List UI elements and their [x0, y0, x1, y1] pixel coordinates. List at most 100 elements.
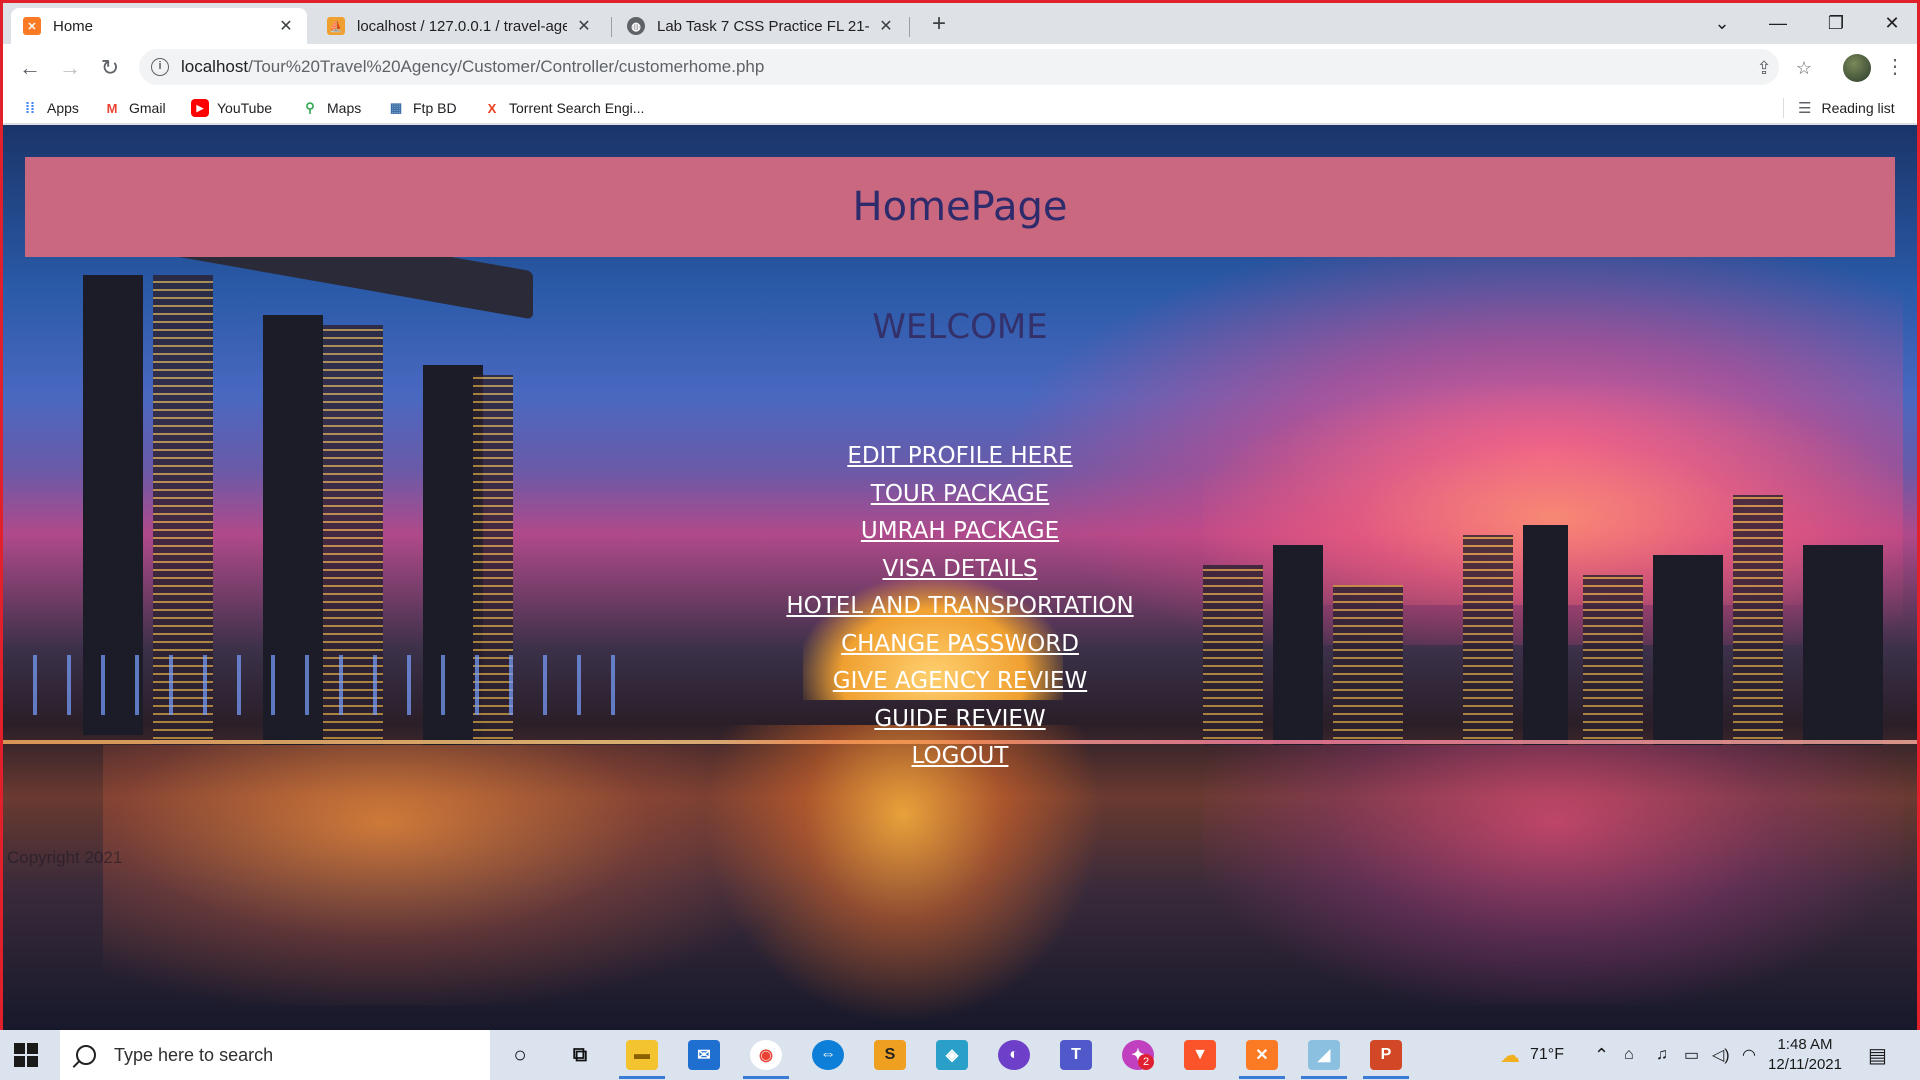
share-icon[interactable]: ⇪ — [1753, 57, 1775, 79]
umrah-package-link[interactable]: UMRAH PACKAGE — [3, 513, 1917, 551]
tab-phpmyadmin[interactable]: ⛵ localhost / 127.0.0.1 / travel-agen ✕ — [315, 8, 605, 44]
search-placeholder: Type here to search — [114, 1044, 274, 1065]
water-reflection — [103, 745, 803, 1005]
notifications-icon[interactable]: ▤ — [1868, 1030, 1887, 1080]
guide-review-link[interactable]: GUIDE REVIEW — [3, 701, 1917, 739]
bookmark-torrent[interactable]: X Torrent Search Engi... — [483, 98, 645, 118]
edit-profile-link[interactable]: EDIT PROFILE HERE — [3, 438, 1917, 476]
site-info-icon[interactable]: i — [151, 58, 169, 76]
active-indicator — [1239, 1076, 1285, 1079]
microphone-icon[interactable]: ♫ — [1656, 1030, 1668, 1080]
water-reflection — [1203, 745, 1903, 1005]
active-indicator — [619, 1076, 665, 1079]
teamviewer-icon[interactable]: ⇔ — [812, 1040, 844, 1070]
brave-icon[interactable]: ▼ — [1184, 1040, 1216, 1070]
page-header: HomePage — [25, 157, 1895, 257]
meeting-icon[interactable]: ◈ — [936, 1040, 968, 1070]
page-title: HomePage — [852, 184, 1068, 230]
close-icon[interactable]: ✕ — [277, 16, 295, 36]
browser-window: ✕ Home ✕ ⛵ localhost / 127.0.0.1 / trave… — [0, 0, 1920, 1030]
reload-icon[interactable]: ↻ — [95, 53, 125, 83]
tab-separator — [611, 17, 612, 37]
teams-icon[interactable]: T — [1060, 1040, 1092, 1070]
xampp-icon: ✕ — [23, 17, 41, 35]
taskbar: Type here to search ○ ⧉ ▬ ✉ ◉ ⇔ S ◈ ◐ T … — [0, 1030, 1920, 1080]
clock[interactable]: 1:48 AM 12/11/2021 — [1760, 1035, 1850, 1075]
address-bar[interactable]: i localhost/Tour%20Travel%20Agency/Custo… — [139, 49, 1812, 85]
sublime-icon[interactable]: S — [874, 1040, 906, 1070]
url-text[interactable]: localhost/Tour%20Travel%20Agency/Custome… — [181, 49, 764, 85]
weather-icon: ☁ — [1500, 1044, 1520, 1067]
powerpoint-icon[interactable]: P — [1370, 1040, 1402, 1070]
taskbar-search[interactable]: Type here to search — [60, 1030, 490, 1080]
globe-icon: ◍ — [627, 17, 645, 35]
reading-list-button[interactable]: ☰ Reading list — [1783, 98, 1895, 118]
battery-icon[interactable]: ▭ — [1684, 1030, 1699, 1080]
bookmark-maps[interactable]: ⚲ Maps — [301, 98, 361, 118]
task-view-icon[interactable]: ⧉ — [564, 1040, 596, 1070]
weather-widget[interactable]: ☁ 71°F — [1500, 1030, 1564, 1080]
close-icon[interactable]: ✕ — [575, 16, 593, 36]
cortana-icon[interactable]: ○ — [504, 1040, 536, 1070]
tab-separator — [909, 17, 910, 37]
mail-icon[interactable]: ✉ — [688, 1040, 720, 1070]
bookmark-star-icon[interactable]: ☆ — [1793, 57, 1815, 79]
meet-now-icon[interactable]: ⌂ — [1624, 1030, 1634, 1080]
minimize-button[interactable]: — — [1755, 9, 1801, 39]
search-icon — [76, 1045, 96, 1065]
youtube-icon: ▶ — [191, 99, 209, 117]
tray-chevron-icon[interactable]: ⌃ — [1594, 1030, 1609, 1080]
new-tab-button[interactable]: + — [925, 11, 953, 39]
notification-badge: 2 — [1138, 1054, 1154, 1070]
back-icon[interactable]: ← — [15, 53, 45, 83]
gmail-icon: M — [106, 100, 118, 116]
active-indicator — [743, 1076, 789, 1079]
apps-grid-icon: ⁞⁞ — [25, 99, 35, 117]
bookmark-youtube[interactable]: ▶ YouTube — [191, 98, 272, 118]
github-icon[interactable]: ◐ — [998, 1040, 1030, 1070]
agency-review-link[interactable]: GIVE AGENCY REVIEW — [3, 663, 1917, 701]
active-indicator — [1363, 1076, 1409, 1079]
xampp-icon[interactable]: ✕ — [1246, 1040, 1278, 1070]
app-icon[interactable]: ◢ — [1308, 1040, 1340, 1070]
tab-title: localhost / 127.0.0.1 / travel-agen — [357, 17, 567, 35]
tab-title: Home — [53, 17, 94, 35]
maps-icon: ⚲ — [305, 100, 315, 115]
restore-button[interactable]: ❐ — [1813, 9, 1859, 39]
clock-date: 12/11/2021 — [1768, 1056, 1842, 1073]
copyright-text: Copyright 2021 — [7, 848, 123, 867]
menu-kebab-icon[interactable]: ⋮ — [1883, 52, 1907, 82]
chrome-icon[interactable]: ◉ — [750, 1040, 782, 1070]
tab-lab-task[interactable]: ◍ Lab Task 7 CSS Practice FL 21-22 ✕ — [615, 8, 907, 44]
active-indicator — [1301, 1076, 1347, 1079]
wifi-icon[interactable]: ◠ — [1742, 1030, 1756, 1080]
tab-home[interactable]: ✕ Home ✕ — [11, 8, 307, 44]
ftp-icon: ▦ — [389, 100, 403, 115]
phpmyadmin-icon: ⛵ — [327, 17, 345, 35]
visa-details-link[interactable]: VISA DETAILS — [3, 551, 1917, 589]
close-window-button[interactable]: ✕ — [1869, 9, 1915, 39]
customer-menu: EDIT PROFILE HERE TOUR PACKAGE UMRAH PAC… — [3, 438, 1917, 776]
volume-icon[interactable]: ◁) — [1712, 1030, 1730, 1080]
torrent-icon: X — [487, 100, 497, 116]
clock-time: 1:48 AM — [1777, 1036, 1833, 1053]
change-password-link[interactable]: CHANGE PASSWORD — [3, 626, 1917, 664]
bookmark-gmail[interactable]: M Gmail — [103, 98, 166, 118]
tab-search-icon[interactable]: ⌄ — [1699, 9, 1745, 39]
logout-link[interactable]: LOGOUT — [3, 738, 1917, 776]
profile-avatar[interactable] — [1843, 54, 1871, 82]
tab-strip: ✕ Home ✕ ⛵ localhost / 127.0.0.1 / trave… — [3, 3, 1917, 44]
bookmark-apps[interactable]: ⁞⁞ Apps — [21, 98, 79, 118]
tab-title: Lab Task 7 CSS Practice FL 21-22 — [657, 17, 869, 35]
welcome-heading: WELCOME — [872, 307, 1048, 347]
hotel-transportation-link[interactable]: HOTEL AND TRANSPORTATION — [3, 588, 1917, 626]
page-viewport: HomePage WELCOME EDIT PROFILE HERE TOUR … — [3, 125, 1917, 1030]
reading-list-icon: ☰ — [1798, 100, 1812, 117]
file-explorer-icon[interactable]: ▬ — [626, 1040, 658, 1070]
bookmark-ftp[interactable]: ▦ Ftp BD — [387, 98, 457, 118]
windows-start-icon[interactable] — [14, 1043, 38, 1067]
tour-package-link[interactable]: TOUR PACKAGE — [3, 476, 1917, 514]
browser-toolbar: ← → ↻ i localhost/Tour%20Travel%20Agency… — [3, 44, 1917, 92]
close-icon[interactable]: ✕ — [877, 16, 895, 36]
forward-icon[interactable]: → — [55, 53, 85, 83]
